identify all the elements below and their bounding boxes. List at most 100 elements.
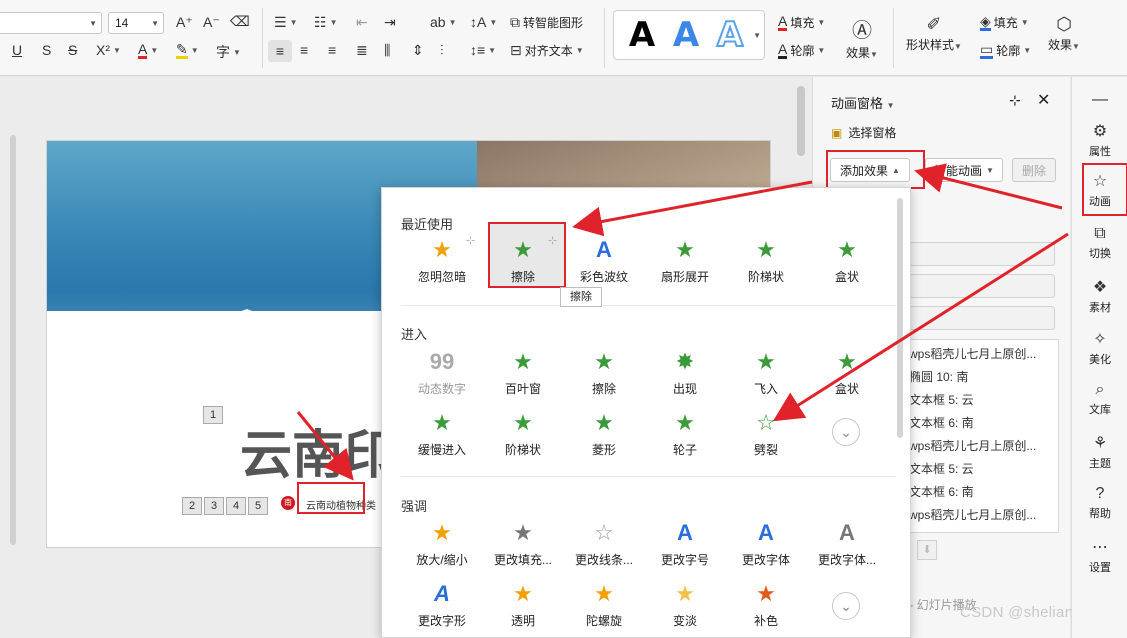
font-grow-icon[interactable]: A⁺ <box>176 14 193 31</box>
effect-appear[interactable]: ✸ 出现 <box>645 348 725 397</box>
text-direction-icon[interactable]: ab ▼ <box>430 14 457 30</box>
shadow-icon[interactable]: S <box>42 42 51 58</box>
superscript-icon[interactable]: X² ▼ <box>96 42 121 58</box>
effect-recent-ripple[interactable]: A 彩色波纹 <box>564 236 644 285</box>
list-item[interactable]: 文本框 6: 南 <box>909 414 974 431</box>
effect-box[interactable]: ★ 盒状 <box>807 348 887 397</box>
effect-complement[interactable]: ★ 补色 <box>726 580 806 629</box>
effect-recent-box[interactable]: ★ 盒状 <box>807 236 887 285</box>
delete-button[interactable]: 删除 <box>1012 158 1056 182</box>
effect-fly-in[interactable]: ★ 飞入 <box>726 348 806 397</box>
effect-change-size[interactable]: A 更改字号 <box>645 519 725 568</box>
convert-smartart-button[interactable]: ⧉ 转智能图形 <box>510 14 583 31</box>
effect-change-style[interactable]: A 更改字形 <box>402 580 482 629</box>
list-item[interactable]: wps稻壳儿七月上原创... <box>909 345 1036 362</box>
canvas-vertical-scrollbar[interactable] <box>797 86 805 156</box>
effect-grow-shrink[interactable]: ★ 放大/缩小 <box>402 519 482 568</box>
shape-fill-button[interactable]: ◈ 填充 ▼ <box>980 14 1029 31</box>
sidebar-item-beautify[interactable]: ✧ 美化 <box>1072 329 1127 367</box>
effect-change-line[interactable]: ☆ 更改线条... <box>564 519 644 568</box>
close-icon[interactable]: ✕ <box>1037 90 1050 110</box>
effect-fade[interactable]: ★ 变淡 <box>645 580 725 629</box>
align-text-button[interactable]: ⊟ 对齐文本 ▼ <box>510 42 584 59</box>
effect-change-font[interactable]: A 更改字体 <box>726 519 806 568</box>
column-icon[interactable]: ⫶ <box>440 42 444 59</box>
smart-animation-button[interactable]: 智能动画 ▼ <box>925 158 1003 182</box>
align-left-icon[interactable]: ≡ <box>268 40 292 62</box>
effect-recent-stairs[interactable]: ★ 阶梯状 <box>726 236 806 285</box>
list-item[interactable]: 文本框 5: 云 <box>909 460 974 477</box>
left-scrollbar[interactable] <box>10 135 16 545</box>
decrease-indent-icon[interactable]: ⇤ <box>356 14 368 31</box>
effect-spin[interactable]: ★ 陀螺旋 <box>564 580 644 629</box>
distribute-icon[interactable]: ⫼ <box>384 42 390 59</box>
property-dropdown[interactable] <box>909 274 1055 298</box>
pane-title[interactable]: 动画窗格 ▼ <box>831 93 895 112</box>
effect-slow-in[interactable]: ★ 缓慢进入 <box>402 409 482 458</box>
pin-icon[interactable]: ⊹ <box>1009 92 1021 109</box>
effect-diamond[interactable]: ★ 菱形 <box>564 409 644 458</box>
strikethrough-icon[interactable]: S <box>68 42 77 58</box>
effect-change-fill[interactable]: ★ 更改填充... <box>483 519 563 568</box>
speed-dropdown[interactable] <box>909 306 1055 330</box>
text-outline-button[interactable]: A 轮廓 ▼ <box>778 42 825 59</box>
shape-style-button[interactable]: ✐ 形状样式▼ <box>906 14 962 53</box>
effect-stairs[interactable]: ★ 阶梯状 <box>483 409 563 458</box>
text-effect-button[interactable]: Ⓐ 效果▼ <box>846 14 878 61</box>
list-item[interactable]: wps稻壳儿七月上原创... <box>909 437 1036 454</box>
effect-wheel[interactable]: ★ 轮子 <box>645 409 725 458</box>
start-dropdown[interactable] <box>909 242 1055 266</box>
justify-icon[interactable]: ≣ <box>356 42 368 59</box>
move-down-icon[interactable]: ⬇ <box>917 540 937 560</box>
para-spacing-icon[interactable]: ⇕ <box>412 42 424 59</box>
phonetic-icon[interactable]: 字 ▼ <box>216 42 241 62</box>
text-fill-button[interactable]: A 填充 ▼ <box>778 14 825 31</box>
underline-icon[interactable]: U <box>12 42 22 58</box>
sidebar-item-settings[interactable]: ⋯ 设置 <box>1072 537 1127 575</box>
slide-title[interactable]: 云南印 <box>240 413 396 488</box>
shape-effect-button[interactable]: ⬡ 效果▼ <box>1048 14 1080 53</box>
clear-format-icon[interactable]: ⌫ <box>230 13 250 30</box>
sidebar-item-material[interactable]: ❖ 素材 <box>1072 277 1127 315</box>
font-name-dropdown[interactable]: ▼ <box>0 12 102 34</box>
wordart-black[interactable]: A <box>629 18 655 52</box>
effect-transparent[interactable]: ★ 透明 <box>483 580 563 629</box>
wordart-blue[interactable]: A <box>673 18 699 52</box>
wordart-outline[interactable]: A <box>716 17 744 53</box>
effect-recent-wipe[interactable]: ★ 擦除 <box>483 236 563 285</box>
sidebar-item-transition[interactable]: ⧉ 切换 <box>1072 225 1127 261</box>
popup-scrollbar[interactable] <box>897 198 903 438</box>
effect-blinds[interactable]: ★ 百叶窗 <box>483 348 563 397</box>
wordart-gallery[interactable]: A A A ▼ <box>613 10 765 60</box>
shape-outline-button[interactable]: ▭ 轮廓 ▼ <box>980 42 1031 59</box>
more-emphasis-effects-button[interactable]: ⌄ <box>832 592 860 620</box>
numbered-list-icon[interactable]: ☷ ▼ <box>314 14 337 31</box>
line-spacing2-icon[interactable]: ↕≡ ▼ <box>470 42 496 58</box>
increase-indent-icon[interactable]: ⇥ <box>384 14 396 31</box>
list-item[interactable]: 文本框 6: 南 <box>909 483 974 500</box>
list-item[interactable]: 文本框 5: 云 <box>909 391 974 408</box>
font-color-icon[interactable]: A ▼ <box>138 42 158 59</box>
font-size-dropdown[interactable]: 14 ▼ <box>108 12 164 34</box>
effect-recent-twinkle[interactable]: ★ 忽明忽暗 <box>402 236 482 285</box>
effect-recent-fan[interactable]: ★ 扇形展开 <box>645 236 725 285</box>
red-circle-label[interactable]: 南 <box>281 496 295 510</box>
sidebar-item-help[interactable]: ? 帮助 <box>1072 485 1127 521</box>
effect-change-font-color[interactable]: A 更改字体... <box>807 519 887 568</box>
sidebar-item-properties[interactable]: ⚙ 属性 <box>1072 121 1127 159</box>
more-enter-effects-button[interactable]: ⌄ <box>832 418 860 446</box>
highlight-icon[interactable]: ✎ ▼ <box>176 42 199 59</box>
list-item[interactable]: wps稻壳儿七月上原创... <box>909 506 1036 523</box>
align-center-icon[interactable]: ≡ <box>300 42 308 58</box>
collapse-icon[interactable]: — <box>1072 91 1127 111</box>
list-item[interactable]: 椭圆 10: 南 <box>909 368 968 385</box>
align-right-icon[interactable]: ≡ <box>328 42 336 58</box>
bullet-list-icon[interactable]: ☰ ▼ <box>274 14 297 31</box>
select-pane-button[interactable]: ▣ 选择窗格 <box>831 124 896 141</box>
font-shrink-icon[interactable]: A⁻ <box>203 14 220 31</box>
effect-dynamic-number[interactable]: 99 动态数字 <box>402 348 482 397</box>
line-spacing-icon[interactable]: ↕A ▼ <box>470 14 497 30</box>
effect-wipe[interactable]: ★ 擦除 <box>564 348 644 397</box>
effect-split[interactable]: ☆ 劈裂 <box>726 409 806 458</box>
sidebar-item-library[interactable]: ⌕ 文库 <box>1072 381 1127 417</box>
